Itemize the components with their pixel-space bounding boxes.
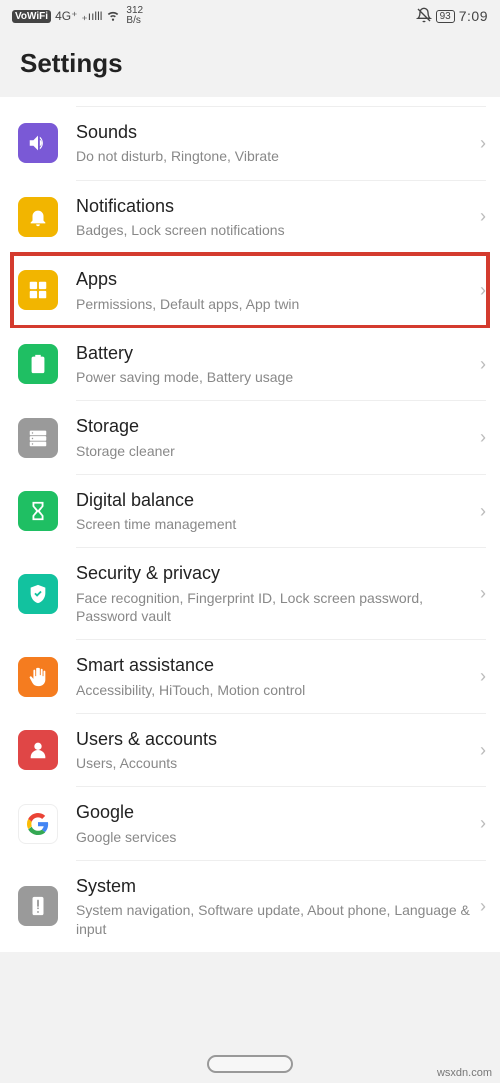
settings-item-apps[interactable]: Apps Permissions, Default apps, App twin…	[0, 254, 500, 327]
chevron-right-icon: ›	[480, 280, 486, 301]
item-subtitle: Screen time management	[76, 515, 472, 533]
settings-item-smart-assistance[interactable]: Smart assistance Accessibility, HiTouch,…	[0, 640, 500, 713]
chevron-right-icon: ›	[480, 813, 486, 834]
settings-item-security[interactable]: Security & privacy Face recognition, Fin…	[0, 548, 500, 639]
item-subtitle: Accessibility, HiTouch, Motion control	[76, 681, 472, 699]
item-subtitle: Google services	[76, 828, 472, 846]
item-title: Sounds	[76, 121, 472, 144]
hourglass-icon	[18, 491, 58, 531]
settings-item-sounds[interactable]: Sounds Do not disturb, Ringtone, Vibrate…	[0, 107, 500, 180]
settings-item-users[interactable]: Users & accounts Users, Accounts ›	[0, 714, 500, 787]
item-title: Notifications	[76, 195, 472, 218]
vowifi-badge: VoWiFi	[12, 10, 51, 23]
notifications-off-icon	[416, 7, 432, 26]
item-subtitle: Face recognition, Fingerprint ID, Lock s…	[76, 589, 472, 625]
item-title: Apps	[76, 268, 472, 291]
settings-item-storage[interactable]: Storage Storage cleaner ›	[0, 401, 500, 474]
page-title: Settings	[20, 48, 480, 79]
signal-bars-icon: ₊ıılll	[81, 9, 102, 23]
settings-list: Sounds Do not disturb, Ringtone, Vibrate…	[0, 97, 500, 952]
item-title: Smart assistance	[76, 654, 472, 677]
item-title: Battery	[76, 342, 472, 365]
chevron-right-icon: ›	[480, 583, 486, 604]
settings-header: Settings	[0, 28, 500, 97]
storage-icon	[18, 418, 58, 458]
speaker-icon	[18, 123, 58, 163]
chevron-right-icon: ›	[480, 896, 486, 917]
nav-pill[interactable]	[207, 1055, 293, 1073]
google-icon	[18, 804, 58, 844]
net-speed: 312 B/s	[126, 6, 143, 26]
partial-row	[76, 97, 486, 107]
chevron-right-icon: ›	[480, 427, 486, 448]
user-icon	[18, 730, 58, 770]
settings-item-notifications[interactable]: Notifications Badges, Lock screen notifi…	[0, 181, 500, 254]
battery-indicator: 93	[436, 10, 455, 23]
signal-indicator: 4G⁺	[55, 9, 77, 23]
bell-icon	[18, 197, 58, 237]
wifi-icon	[106, 8, 120, 25]
item-title: Storage	[76, 415, 472, 438]
chevron-right-icon: ›	[480, 133, 486, 154]
hand-icon	[18, 657, 58, 697]
item-subtitle: Permissions, Default apps, App twin	[76, 295, 472, 313]
shield-icon	[18, 574, 58, 614]
item-subtitle: Do not disturb, Ringtone, Vibrate	[76, 147, 472, 165]
chevron-right-icon: ›	[480, 501, 486, 522]
chevron-right-icon: ›	[480, 354, 486, 375]
status-bar: VoWiFi 4G⁺ ₊ıılll 312 B/s 93 7:09	[0, 0, 500, 28]
item-subtitle: System navigation, Software update, Abou…	[76, 901, 472, 937]
item-title: Security & privacy	[76, 562, 472, 585]
settings-item-google[interactable]: Google Google services ›	[0, 787, 500, 860]
item-subtitle: Storage cleaner	[76, 442, 472, 460]
phone-icon	[18, 886, 58, 926]
settings-item-digital-balance[interactable]: Digital balance Screen time management ›	[0, 475, 500, 548]
item-subtitle: Power saving mode, Battery usage	[76, 368, 472, 386]
apps-icon	[18, 270, 58, 310]
chevron-right-icon: ›	[480, 740, 486, 761]
settings-item-battery[interactable]: Battery Power saving mode, Battery usage…	[0, 328, 500, 401]
battery-icon	[18, 344, 58, 384]
clock: 7:09	[459, 8, 488, 24]
item-subtitle: Users, Accounts	[76, 754, 472, 772]
chevron-right-icon: ›	[480, 666, 486, 687]
chevron-right-icon: ›	[480, 206, 486, 227]
item-title: Google	[76, 801, 472, 824]
item-title: Digital balance	[76, 489, 472, 512]
item-subtitle: Badges, Lock screen notifications	[76, 221, 472, 239]
watermark: wsxdn.com	[437, 1067, 492, 1079]
item-title: System	[76, 875, 472, 898]
settings-item-system[interactable]: System System navigation, Software updat…	[0, 861, 500, 952]
item-title: Users & accounts	[76, 728, 472, 751]
